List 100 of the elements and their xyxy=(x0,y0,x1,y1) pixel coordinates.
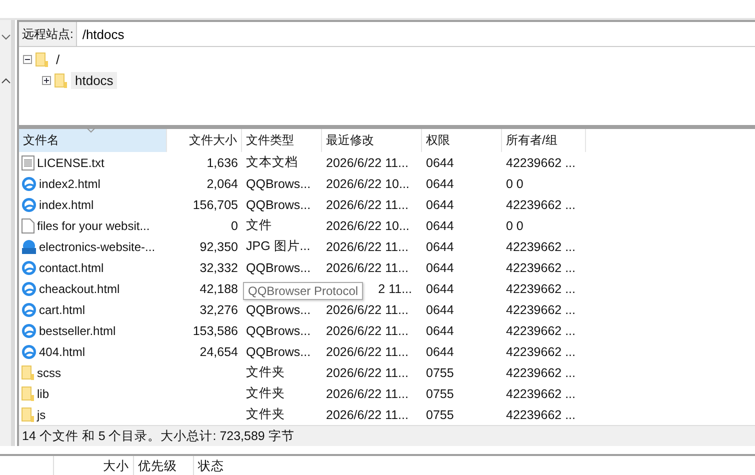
browser-icon xyxy=(21,302,37,318)
file-type: QQBrows... xyxy=(246,260,311,274)
remote-site-label: 远程站点: xyxy=(19,22,78,46)
permissions: 0644 xyxy=(426,198,454,212)
column-header[interactable]: 状态 xyxy=(193,456,343,475)
owner-group: 0 0 xyxy=(506,218,524,232)
text-file-icon xyxy=(21,154,35,170)
file-name[interactable]: js xyxy=(37,408,46,422)
owner-group: 42239662 ... xyxy=(506,366,576,380)
owner-group: 42239662 ... xyxy=(506,408,576,422)
file-size: 42,188 xyxy=(200,282,238,296)
modified-date: 2026/6/22 10... xyxy=(326,218,410,232)
file-type: 文件夹 xyxy=(246,365,285,379)
file-name[interactable]: cheackout.html xyxy=(39,282,120,296)
permissions: 0644 xyxy=(426,282,454,296)
owner-group: 42239662 ... xyxy=(506,198,576,212)
file-size: 2,064 xyxy=(206,176,238,190)
owner-group: 42239662 ... xyxy=(506,302,576,316)
column-header[interactable]: 权限 xyxy=(422,129,502,152)
status-text: 14 个文件 和 5 个目录。大小总计: 723,589 字节 xyxy=(22,428,294,444)
chevron-down-icon[interactable] xyxy=(0,34,10,40)
permissions: 0644 xyxy=(426,176,454,190)
column-header[interactable]: 文件类型 xyxy=(242,129,322,152)
file-size: 0 xyxy=(231,218,238,232)
folder-icon xyxy=(35,52,49,68)
modified-date: 2026/6/22 10... xyxy=(326,176,410,190)
file-type: 文件 xyxy=(246,218,272,232)
file-size: 156,705 xyxy=(192,198,238,212)
browser-icon xyxy=(21,344,37,360)
file-name[interactable]: lib xyxy=(37,386,50,400)
file-name[interactable]: LICENSE.txt xyxy=(37,156,104,170)
file-name[interactable]: scss xyxy=(37,366,61,380)
browser-icon xyxy=(21,280,37,296)
file-type: QQBrows... xyxy=(246,198,311,212)
permissions: 0644 xyxy=(426,302,454,316)
file-name[interactable]: cart.html xyxy=(39,302,86,316)
file-type: JPG 图片... xyxy=(246,239,310,253)
chevron-up-icon[interactable] xyxy=(0,78,10,84)
permissions: 0644 xyxy=(426,324,454,338)
file-type: QQBrows... xyxy=(246,176,311,190)
column-header[interactable]: 所有者/组 xyxy=(502,129,586,152)
file-size: 32,332 xyxy=(200,260,238,274)
column-header[interactable]: 文件大小 xyxy=(167,129,242,152)
file-name[interactable]: electronics-website-... xyxy=(39,240,156,254)
tree-item[interactable]: / xyxy=(52,51,64,68)
permissions: 0644 xyxy=(426,240,454,254)
owner-group: 42239662 ... xyxy=(506,344,576,358)
folder-icon xyxy=(21,386,35,402)
owner-group: 42239662 ... xyxy=(506,282,576,296)
tree-item[interactable]: htdocs xyxy=(71,72,118,89)
folder-icon xyxy=(54,72,68,88)
file-size: 153,586 xyxy=(192,324,238,338)
column-header[interactable]: 最近修改 xyxy=(322,129,422,152)
file-name[interactable]: index2.html xyxy=(39,176,100,190)
column-header[interactable]: 文件名 xyxy=(19,129,167,152)
modified-date: 2026/6/22 11... xyxy=(326,408,408,422)
expand-icon[interactable] xyxy=(42,76,51,85)
folder-icon xyxy=(21,364,35,380)
file-type: QQBrows... xyxy=(246,302,311,316)
file-type: 文本文档 xyxy=(246,155,298,169)
permissions: 0644 xyxy=(426,156,454,170)
modified-date: 2026/6/22 11... xyxy=(326,366,408,380)
browser-icon xyxy=(21,260,37,276)
file-type: QQBrows... xyxy=(246,324,311,338)
permissions: 0755 xyxy=(426,366,454,380)
file-type: 文件夹 xyxy=(246,386,285,400)
owner-group: 0 0 xyxy=(506,176,524,190)
file-name[interactable]: 404.html xyxy=(39,344,86,358)
column-header[interactable]: 大小 xyxy=(53,456,133,475)
file-name[interactable]: files for your websit... xyxy=(37,218,150,232)
tooltip: QQBrowser Protocol xyxy=(243,282,364,300)
browser-icon xyxy=(21,176,37,192)
file-size: 32,276 xyxy=(200,302,238,316)
permissions: 0644 xyxy=(426,344,454,358)
file-type: 文件夹 xyxy=(246,407,285,421)
owner-group: 42239662 ... xyxy=(506,260,576,274)
image-file-icon xyxy=(21,238,37,254)
file-name[interactable]: contact.html xyxy=(39,260,104,274)
modified-date: 2026/6/22 11... xyxy=(326,198,408,212)
browser-icon xyxy=(21,196,37,212)
owner-group: 42239662 ... xyxy=(506,156,576,170)
owner-group: 42239662 ... xyxy=(506,386,576,400)
folder-icon xyxy=(21,406,35,422)
file-size: 24,654 xyxy=(200,344,238,358)
collapse-icon[interactable] xyxy=(23,55,32,64)
column-header[interactable]: 优先级 xyxy=(133,456,193,475)
file-icon xyxy=(21,218,35,234)
permissions: 0755 xyxy=(426,408,454,422)
modified-date: 2026/6/22 11... xyxy=(326,344,408,358)
modified-date: 2026/6/22 11... xyxy=(326,386,408,400)
modified-date: 2026/6/22 11... xyxy=(326,302,408,316)
browser-icon xyxy=(21,322,37,338)
permissions: 0644 xyxy=(426,260,454,274)
modified-date: 2026/6/22 11... xyxy=(326,260,408,274)
permissions: 0755 xyxy=(426,386,454,400)
modified-date: 2026/6/22 11... xyxy=(326,324,408,338)
file-name[interactable]: bestseller.html xyxy=(39,324,116,338)
file-size: 92,350 xyxy=(200,240,238,254)
owner-group: 42239662 ... xyxy=(506,240,576,254)
file-name[interactable]: index.html xyxy=(39,198,94,212)
